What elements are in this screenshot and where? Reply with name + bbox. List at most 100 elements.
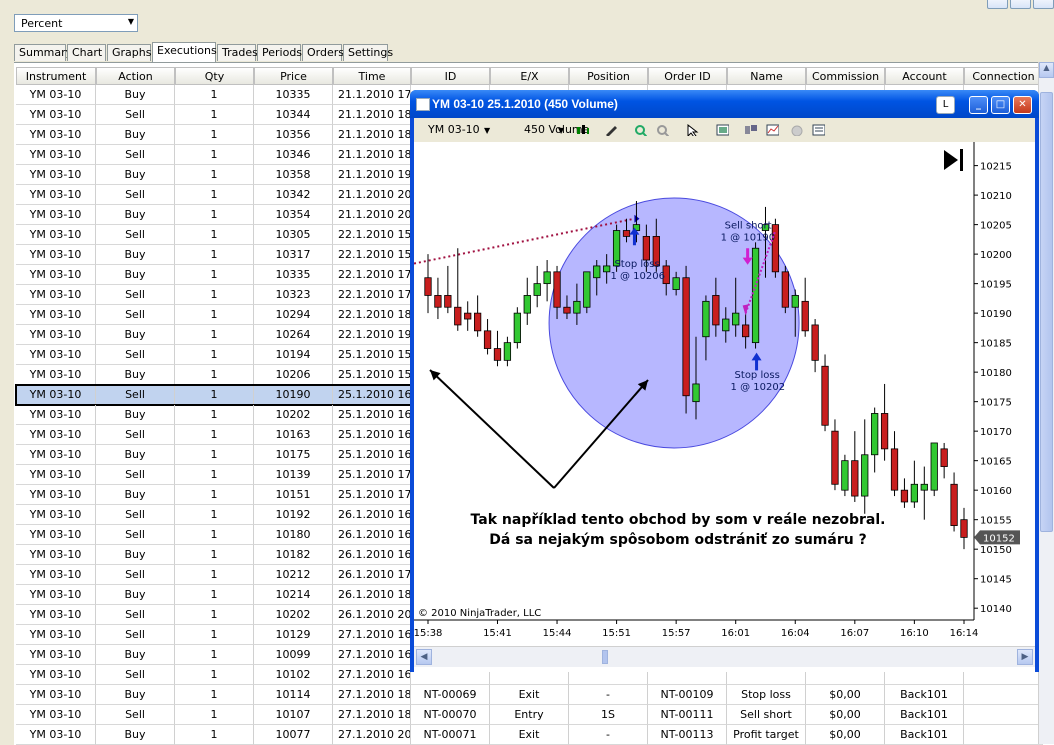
y-tick-label: 10140 — [980, 604, 1012, 615]
cell-price: 10317 — [254, 245, 333, 265]
column-header-commission[interactable]: Commission — [806, 67, 885, 85]
tab-chart[interactable]: Chart — [67, 44, 106, 61]
column-header-position[interactable]: Position — [569, 67, 648, 85]
cell-connection — [964, 685, 1043, 705]
column-header-name[interactable]: Name — [727, 67, 806, 85]
chart-scroll-thumb[interactable] — [602, 650, 608, 664]
y-tick-label: 10205 — [980, 221, 1012, 232]
disabled-circle-icon[interactable] — [790, 124, 803, 136]
column-header-qty[interactable]: Qty — [175, 67, 254, 85]
cell-action: Sell — [96, 185, 175, 205]
column-header-id[interactable]: ID — [411, 67, 490, 85]
zoom-out-icon[interactable] — [656, 124, 669, 136]
cell-qty: 1 — [175, 245, 254, 265]
display-mode-select[interactable]: Percent ▼ — [14, 14, 138, 32]
candle-body — [593, 265, 601, 279]
table-row[interactable]: YM 03-10 Buy 1 10114 27.1.2010 18: NT-00069 Ex… — [16, 685, 1043, 705]
chart-window: YM 03-10 25.1.2010 (450 Volume) L _ □ ✕ … — [410, 90, 1039, 672]
grid-vertical-scrollbar[interactable]: ▲ — [1038, 62, 1054, 744]
chart-titlebar[interactable]: YM 03-10 25.1.2010 (450 Volume) L _ □ ✕ — [410, 90, 1039, 118]
cell-qty: 1 — [175, 385, 254, 405]
maximize-icon[interactable] — [1010, 0, 1031, 9]
column-header-e-x[interactable]: E/X — [490, 67, 569, 85]
chart-toolbar: YM 03-10 ▼ 450 Volume ▼ — [414, 118, 1035, 143]
cell-id: NT-00070 — [411, 705, 490, 725]
candle-body — [444, 295, 452, 308]
cell-qty: 1 — [175, 405, 254, 425]
scroll-up-icon[interactable]: ▲ — [1039, 62, 1054, 78]
column-header-action[interactable]: Action — [96, 67, 175, 85]
tab-executions[interactable]: Executions — [152, 42, 217, 62]
stop-loss-value-2: 1 @ 10202 — [731, 382, 786, 393]
close-icon[interactable] — [1033, 0, 1054, 9]
chart-plot-area[interactable]: 10140 10145 10150 10155 10160 10165 10170 10175… — [414, 142, 1035, 672]
chart-close-icon[interactable]: ✕ — [1013, 96, 1032, 114]
chart-horizontal-scrollbar[interactable]: ◀ ▶ — [414, 646, 1035, 667]
main-window-buttons — [987, 0, 1054, 9]
properties-icon[interactable] — [716, 124, 729, 136]
column-header-instrument[interactable]: Instrument — [16, 67, 96, 85]
tab-trades[interactable]: Trades — [217, 44, 258, 61]
cell-qty: 1 — [175, 485, 254, 505]
chart-title: YM 03-10 25.1.2010 (450 Volume) — [432, 97, 618, 111]
cell-instrument: YM 03-10 — [16, 405, 96, 425]
chart-icon[interactable] — [766, 124, 779, 136]
x-tick-label: 15:57 — [662, 628, 691, 639]
tab-summary[interactable]: Summary — [14, 44, 72, 61]
table-row[interactable]: YM 03-10 Sell 1 10107 27.1.2010 18: NT-00070 E… — [16, 705, 1043, 725]
candle-body — [493, 348, 502, 361]
cell-price: 10202 — [254, 605, 333, 625]
cell-price: 10212 — [254, 565, 333, 585]
cell-instrument: YM 03-10 — [16, 285, 96, 305]
cell-qty: 1 — [175, 505, 254, 525]
bar-type-icon[interactable] — [576, 124, 589, 136]
cell-time: 22.1.2010 18: — [333, 305, 411, 325]
scroll-right-icon[interactable]: ▶ — [1017, 649, 1033, 665]
tab-orders[interactable]: Orders — [302, 44, 344, 61]
cell-time: 26.1.2010 16: — [333, 505, 411, 525]
cell-time: 26.1.2010 16: — [333, 525, 411, 545]
cell-qty: 1 — [175, 545, 254, 565]
candle-body — [841, 460, 849, 491]
cell-price: 10163 — [254, 425, 333, 445]
minimize-icon[interactable] — [987, 0, 1008, 9]
cell-time: 22.1.2010 17: — [333, 285, 411, 305]
tab-settings[interactable]: Settings — [343, 44, 393, 61]
cell-qty: 1 — [175, 625, 254, 645]
chart-app-icon — [416, 98, 430, 111]
y-tick-label: 10165 — [980, 457, 1012, 468]
cell-account: Back101 — [885, 685, 964, 705]
column-header-order-id[interactable]: Order ID — [648, 67, 727, 85]
instrument-dropdown[interactable]: YM 03-10 — [428, 123, 480, 136]
cell-commission: $0,00 — [806, 725, 885, 745]
scroll-thumb[interactable] — [1040, 92, 1053, 532]
column-header-price[interactable]: Price — [254, 67, 333, 85]
cell-qty: 1 — [175, 525, 254, 545]
data-box-icon[interactable] — [812, 124, 825, 136]
strategies-icon[interactable] — [744, 124, 757, 136]
tab-graphs[interactable]: Graphs — [107, 44, 151, 61]
cursor-icon[interactable] — [686, 124, 699, 136]
tab-periods[interactable]: Periods — [257, 44, 302, 61]
chart-maximize-icon[interactable]: □ — [991, 96, 1010, 114]
column-header-time[interactable]: Time — [333, 67, 411, 85]
cell-qty: 1 — [175, 145, 254, 165]
cell-time: 25.1.2010 15: — [333, 365, 411, 385]
zoom-in-icon[interactable] — [634, 124, 647, 136]
column-header-connection[interactable]: Connection — [964, 67, 1043, 85]
table-row[interactable]: YM 03-10 Buy 1 10077 27.1.2010 20: NT-00071 Ex… — [16, 725, 1043, 745]
candlestick-chart[interactable]: 10140 10145 10150 10155 10160 10165 10170 10175… — [414, 142, 1035, 646]
scroll-left-icon[interactable]: ◀ — [416, 649, 432, 665]
pencil-icon[interactable] — [604, 124, 617, 136]
cell-qty: 1 — [175, 685, 254, 705]
y-tick-label: 10160 — [980, 486, 1012, 497]
link-button[interactable]: L — [936, 96, 955, 114]
column-header-account[interactable]: Account — [885, 67, 964, 85]
cell-action: Sell — [96, 105, 175, 125]
candle-body — [642, 236, 650, 261]
chart-minimize-icon[interactable]: _ — [969, 96, 988, 114]
cell-order-id: NT-00109 — [648, 685, 727, 705]
cell-time: 22.1.2010 17: — [333, 265, 411, 285]
cell-qty: 1 — [175, 225, 254, 245]
cell-time: 26.1.2010 18: — [333, 585, 411, 605]
